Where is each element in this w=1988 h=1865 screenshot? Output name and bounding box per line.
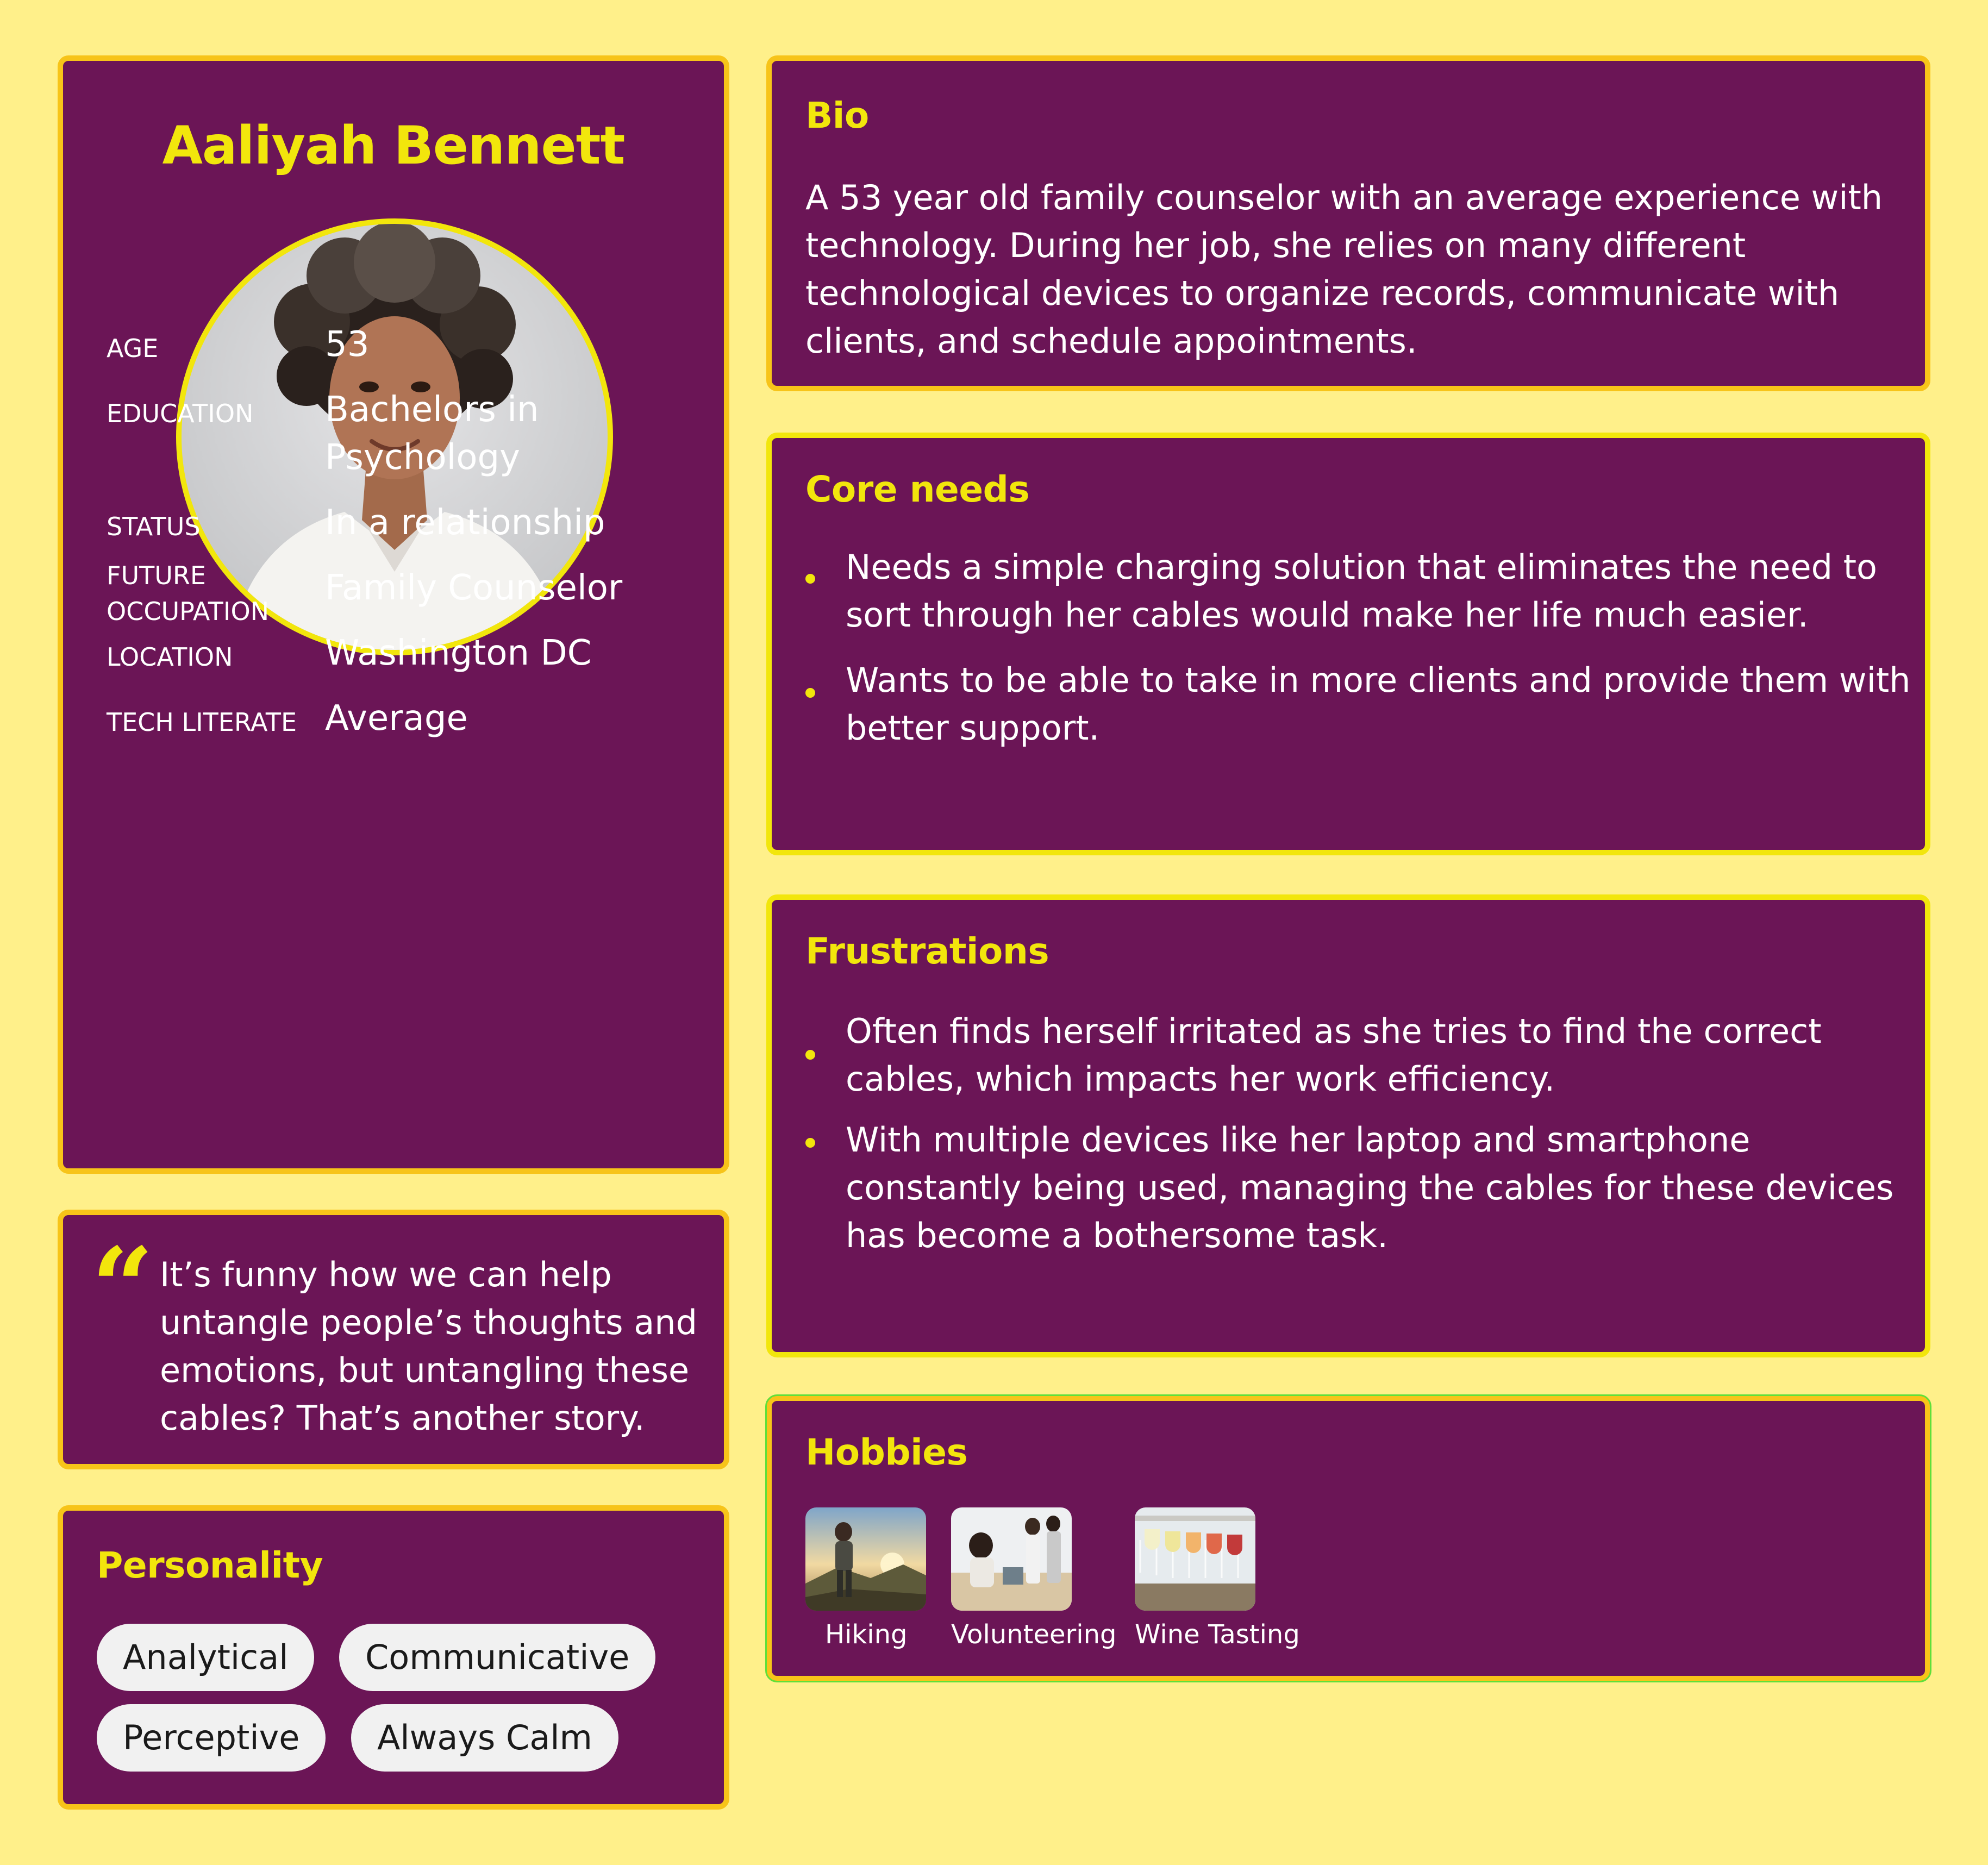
quote-text: It’s funny how we can help untangle peop… — [160, 1255, 697, 1438]
hobby-label: Hiking — [825, 1619, 908, 1650]
age-value: 53 — [325, 324, 370, 365]
bullet-icon — [805, 574, 815, 584]
status-label: STATUS — [107, 512, 201, 541]
core-need-item: Wants to be able to take in more clients… — [846, 660, 1911, 748]
education-label: EDUCATION — [107, 399, 254, 428]
occupation-value: Family Counselor — [325, 568, 623, 608]
location-label: LOCATION — [107, 642, 233, 672]
tech-literate-label: TECH LITERATE — [107, 708, 297, 737]
bullet-icon — [805, 1050, 815, 1060]
quote-icon: “ — [91, 1224, 154, 1351]
persona-name: Aaliyah Bennett — [162, 115, 626, 176]
quote-card: “ It’s funny how we can help untangle pe… — [58, 1210, 729, 1469]
profile-card: Aaliyah Bennett AGE 53 EDUCATION Bachelo… — [58, 55, 729, 1174]
frustration-item: Often finds herself irritated as she tri… — [846, 1011, 1822, 1099]
bio-title: Bio — [805, 95, 869, 136]
core-need-item: Needs a simple charging solution that el… — [846, 547, 1877, 635]
location-value: Washington DC — [325, 633, 592, 673]
trait-pill: Communicative — [339, 1624, 656, 1691]
hobby-label: Volunteering — [951, 1619, 1117, 1650]
tech-literate-value: Average — [325, 698, 468, 739]
bio-card: Bio A 53 year old family counselor with … — [766, 55, 1930, 391]
education-value: Bachelors in Psychology — [325, 390, 539, 478]
frustration-item: With multiple devices like her laptop an… — [846, 1120, 1894, 1255]
personality-title: Personality — [97, 1544, 323, 1586]
core-needs-card: Core needs Needs a simple charging solut… — [766, 433, 1930, 855]
core-needs-title: Core needs — [805, 468, 1030, 510]
hobbies-card: Hobbies Hiking Volunteering Wine Tasting — [765, 1394, 1931, 1682]
occupation-label: FUTURE OCCUPATION — [107, 561, 270, 626]
status-value: In a relationship — [325, 503, 605, 543]
hobbies-title: Hobbies — [805, 1431, 968, 1473]
bullet-icon — [805, 688, 815, 698]
volunteering-photo — [951, 1507, 1072, 1611]
personality-card: Personality Analytical Communicative Per… — [58, 1505, 729, 1810]
hobby-label: Wine Tasting — [1135, 1619, 1300, 1650]
wine-tasting-photo — [1135, 1507, 1255, 1611]
bullet-icon — [805, 1138, 815, 1148]
bio-text: A 53 year old family counselor with an a… — [805, 178, 1883, 361]
frustrations-card: Frustrations Often finds herself irritat… — [766, 894, 1930, 1357]
trait-pill: Perceptive — [97, 1704, 326, 1772]
trait-pill: Analytical — [97, 1624, 315, 1691]
hiking-photo — [805, 1507, 926, 1611]
age-label: AGE — [107, 334, 159, 363]
frustrations-title: Frustrations — [805, 930, 1049, 972]
trait-pill: Always Calm — [351, 1704, 618, 1772]
